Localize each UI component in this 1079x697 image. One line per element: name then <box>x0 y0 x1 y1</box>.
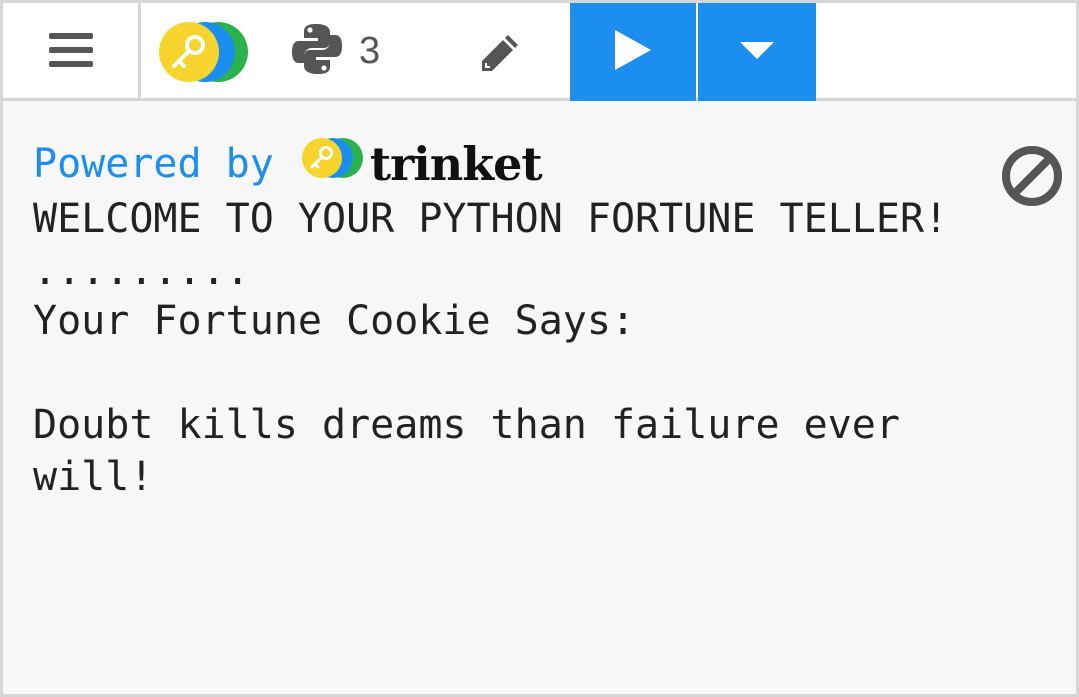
powered-by-banner[interactable]: Powered by trinket <box>33 135 1043 193</box>
python-logo-icon <box>291 22 343 81</box>
output-line: Your Fortune Cookie Says: <box>33 298 636 344</box>
trinket-embed-frame: 3 Powered by trinket WELCOME TO YOUR PYT… <box>0 0 1079 697</box>
toolbar: 3 <box>3 3 1076 101</box>
console-output: Powered by trinket WELCOME TO YOUR PYTHO… <box>33 135 1043 503</box>
pencil-icon <box>478 31 522 80</box>
trinket-brand-name: trinket <box>369 137 543 191</box>
powered-by-label: Powered by <box>33 141 274 187</box>
output-line: ......... <box>33 248 250 294</box>
language-indicator[interactable]: 3 <box>291 17 380 85</box>
language-count: 3 <box>359 29 381 72</box>
trinket-logo-button[interactable] <box>156 21 252 83</box>
play-icon <box>613 28 653 77</box>
edit-button[interactable] <box>465 23 535 87</box>
output-line: Doubt kills dreams than failure ever <box>33 402 900 448</box>
clear-output-button[interactable] <box>999 143 1065 209</box>
trinket-key-logo-icon <box>156 22 252 87</box>
caret-down-icon <box>739 40 775 65</box>
run-button[interactable] <box>570 3 696 101</box>
output-line: will! <box>33 454 154 500</box>
output-line: WELCOME TO YOUR PYTHON FORTUNE TELLER! <box>33 196 949 242</box>
hamburger-menu-icon <box>48 31 93 74</box>
menu-button[interactable] <box>3 3 141 101</box>
clear-output-icon <box>999 146 1065 213</box>
trinket-key-logo-icon <box>300 136 364 193</box>
run-options-button[interactable] <box>698 3 816 101</box>
